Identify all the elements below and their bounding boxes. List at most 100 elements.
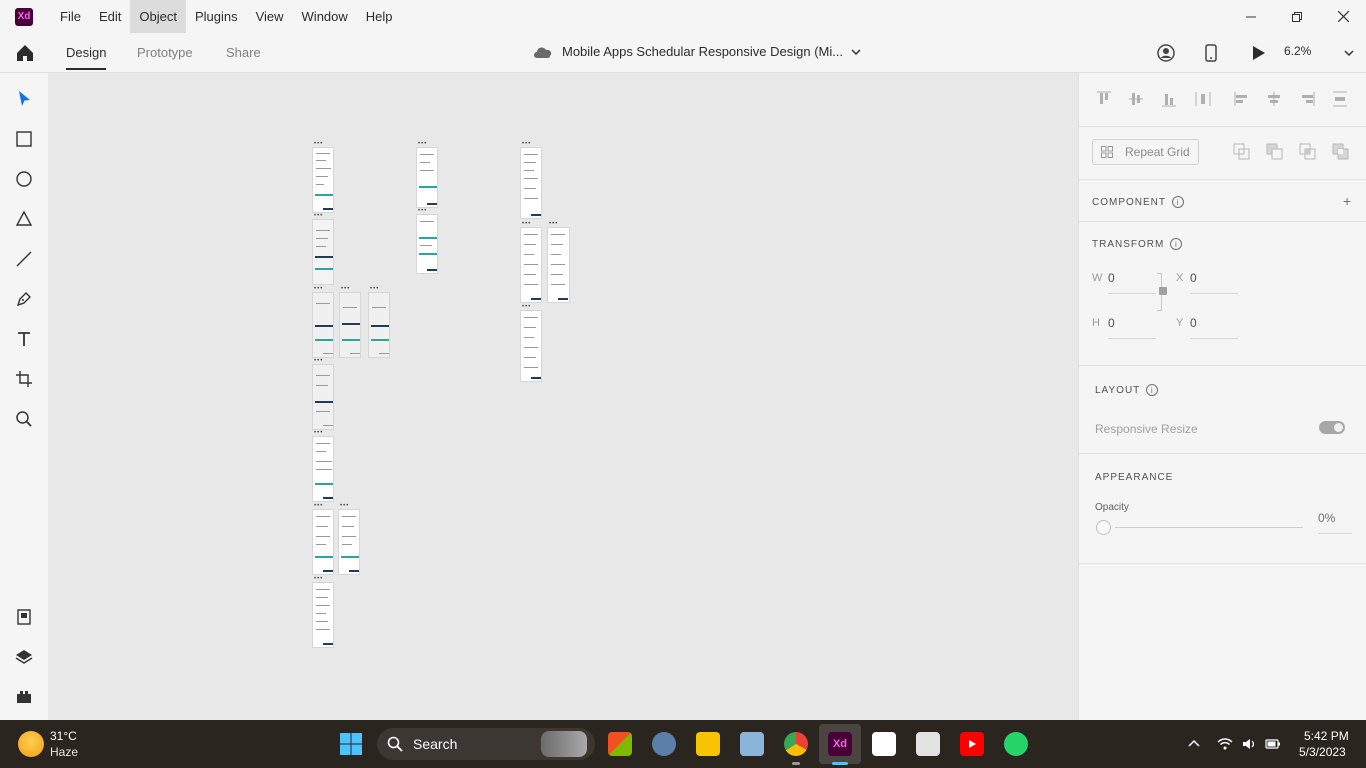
artboard-thumbnail[interactable]: ••• — [520, 304, 542, 382]
layers-panel-icon[interactable] — [14, 647, 34, 667]
y-input[interactable]: 0 — [1190, 316, 1197, 330]
menu-edit[interactable]: Edit — [90, 0, 130, 33]
x-input[interactable]: 0 — [1190, 271, 1197, 285]
whatsapp-icon[interactable] — [1004, 732, 1028, 756]
file-explorer-icon[interactable] — [696, 732, 720, 756]
tools-toolbar — [0, 73, 48, 720]
boolean-subtract-icon[interactable] — [1266, 143, 1283, 160]
info-icon[interactable]: i — [1170, 238, 1183, 250]
opacity-input[interactable]: 0% — [1318, 511, 1335, 525]
weather-temperature[interactable]: 31°C — [50, 729, 77, 743]
play-preview-icon[interactable] — [1248, 43, 1268, 63]
distribute-vertical-icon[interactable] — [1331, 90, 1349, 108]
align-middle-icon[interactable] — [1127, 90, 1145, 108]
zoom-level[interactable]: 6.2% — [1284, 44, 1311, 58]
width-input[interactable]: 0 — [1108, 271, 1115, 285]
zoom-chevron-down-icon[interactable] — [1344, 48, 1354, 58]
opacity-slider-thumb[interactable] — [1096, 520, 1111, 535]
assets-panel-icon[interactable] — [14, 607, 34, 627]
weather-sun-icon[interactable] — [18, 731, 44, 757]
device-preview-icon[interactable] — [1201, 43, 1221, 63]
artboard-thumbnail[interactable]: ••• — [520, 141, 542, 219]
adobe-xd-icon[interactable]: Xd — [828, 732, 852, 756]
snipping-tool-icon[interactable] — [872, 732, 896, 756]
artboard-thumbnail[interactable]: ••• — [312, 141, 334, 213]
photos-icon[interactable] — [740, 732, 764, 756]
artboard-thumbnail[interactable]: ••• — [520, 221, 542, 303]
youtube-icon[interactable] — [960, 732, 984, 756]
artboard-thumbnail[interactable]: ••• — [312, 503, 334, 575]
ellipse-tool-icon[interactable] — [14, 169, 34, 189]
tab-design[interactable]: Design — [66, 45, 106, 60]
microsoft-store-icon[interactable] — [608, 732, 632, 756]
share-user-icon[interactable] — [1156, 43, 1176, 63]
artboard-thumbnail[interactable]: ••• — [312, 213, 334, 285]
artboard-thumbnail[interactable]: ••• — [416, 141, 438, 208]
volume-icon[interactable] — [1241, 736, 1257, 752]
windows-start-icon[interactable] — [339, 732, 363, 756]
align-right-icon[interactable] — [1298, 90, 1316, 108]
tab-prototype[interactable]: Prototype — [137, 45, 193, 60]
select-tool-icon[interactable] — [14, 89, 34, 109]
info-icon[interactable]: i — [1172, 196, 1184, 208]
repeat-grid-button[interactable]: Repeat Grid — [1092, 139, 1199, 165]
weather-description[interactable]: Haze — [50, 745, 78, 759]
design-canvas[interactable]: ••• ••• ••• ••• ••• ••• ••• ••• ••• ••• … — [48, 73, 1078, 720]
menu-object[interactable]: Object — [130, 0, 186, 33]
boolean-add-icon[interactable] — [1233, 143, 1250, 160]
artboard-thumbnail[interactable]: ••• — [416, 208, 438, 274]
artboard-thumbnail[interactable]: ••• — [339, 286, 361, 358]
align-bottom-icon[interactable] — [1160, 90, 1178, 108]
text-tool-icon[interactable] — [14, 329, 34, 349]
boolean-exclude-icon[interactable] — [1332, 143, 1349, 160]
snip-sketch-icon[interactable] — [916, 732, 940, 756]
polygon-tool-icon[interactable] — [14, 209, 34, 229]
aspect-lock-icon[interactable] — [1159, 287, 1167, 295]
responsive-resize-toggle[interactable] — [1319, 421, 1345, 434]
clock-date[interactable]: 5/3/2023 — [1299, 745, 1346, 759]
artboard-thumbnail[interactable]: ••• — [312, 576, 334, 648]
pen-tool-icon[interactable] — [14, 289, 34, 309]
menu-plugins[interactable]: Plugins — [186, 0, 247, 33]
chrome-icon[interactable] — [784, 732, 808, 756]
line-tool-icon[interactable] — [14, 249, 34, 269]
info-icon[interactable]: i — [1146, 384, 1159, 396]
taskbar-search[interactable]: Search — [377, 728, 595, 760]
artboard-thumbnail[interactable]: ••• — [338, 503, 360, 575]
align-center-icon[interactable] — [1265, 90, 1283, 108]
rectangle-tool-icon[interactable] — [14, 129, 34, 149]
opacity-slider-track[interactable] — [1115, 527, 1303, 528]
clock-time[interactable]: 5:42 PM — [1304, 729, 1349, 743]
chevron-up-icon[interactable] — [1186, 736, 1202, 752]
settings-gear-icon[interactable] — [652, 732, 676, 756]
battery-icon[interactable] — [1265, 736, 1281, 752]
artboard-thumbnail[interactable]: ••• — [312, 286, 334, 358]
height-input[interactable]: 0 — [1108, 316, 1115, 330]
align-top-icon[interactable] — [1095, 90, 1113, 108]
artboard-thumbnail[interactable]: ••• — [547, 221, 570, 303]
close-button[interactable] — [1320, 0, 1366, 33]
appearance-section-title: APPEARANCE — [1095, 472, 1173, 483]
menu-help[interactable]: Help — [357, 0, 402, 33]
menu-file[interactable]: File — [51, 0, 90, 33]
distribute-horizontal-icon[interactable] — [1194, 90, 1212, 108]
document-title[interactable]: Mobile Apps Schedular Responsive Design … — [532, 44, 861, 59]
artboard-thumbnail[interactable]: ••• — [312, 358, 334, 430]
minimize-button[interactable] — [1228, 0, 1274, 33]
wifi-icon[interactable] — [1217, 736, 1233, 752]
plugins-panel-icon[interactable] — [14, 687, 34, 707]
artboard-thumbnail[interactable]: ••• — [312, 430, 334, 502]
chevron-down-icon — [851, 48, 861, 55]
zoom-tool-icon[interactable] — [14, 409, 34, 429]
tab-share[interactable]: Share — [226, 45, 261, 60]
responsive-resize-label: Responsive Resize — [1095, 422, 1198, 436]
artboard-thumbnail[interactable]: ••• — [368, 286, 390, 358]
restore-button[interactable] — [1274, 0, 1320, 33]
align-left-icon[interactable] — [1233, 90, 1251, 108]
boolean-intersect-icon[interactable] — [1299, 143, 1316, 160]
menu-view[interactable]: View — [247, 0, 293, 33]
menu-window[interactable]: Window — [293, 0, 357, 33]
home-icon[interactable] — [14, 42, 36, 64]
add-component-icon[interactable]: + — [1343, 193, 1351, 209]
artboard-tool-icon[interactable] — [14, 369, 34, 389]
